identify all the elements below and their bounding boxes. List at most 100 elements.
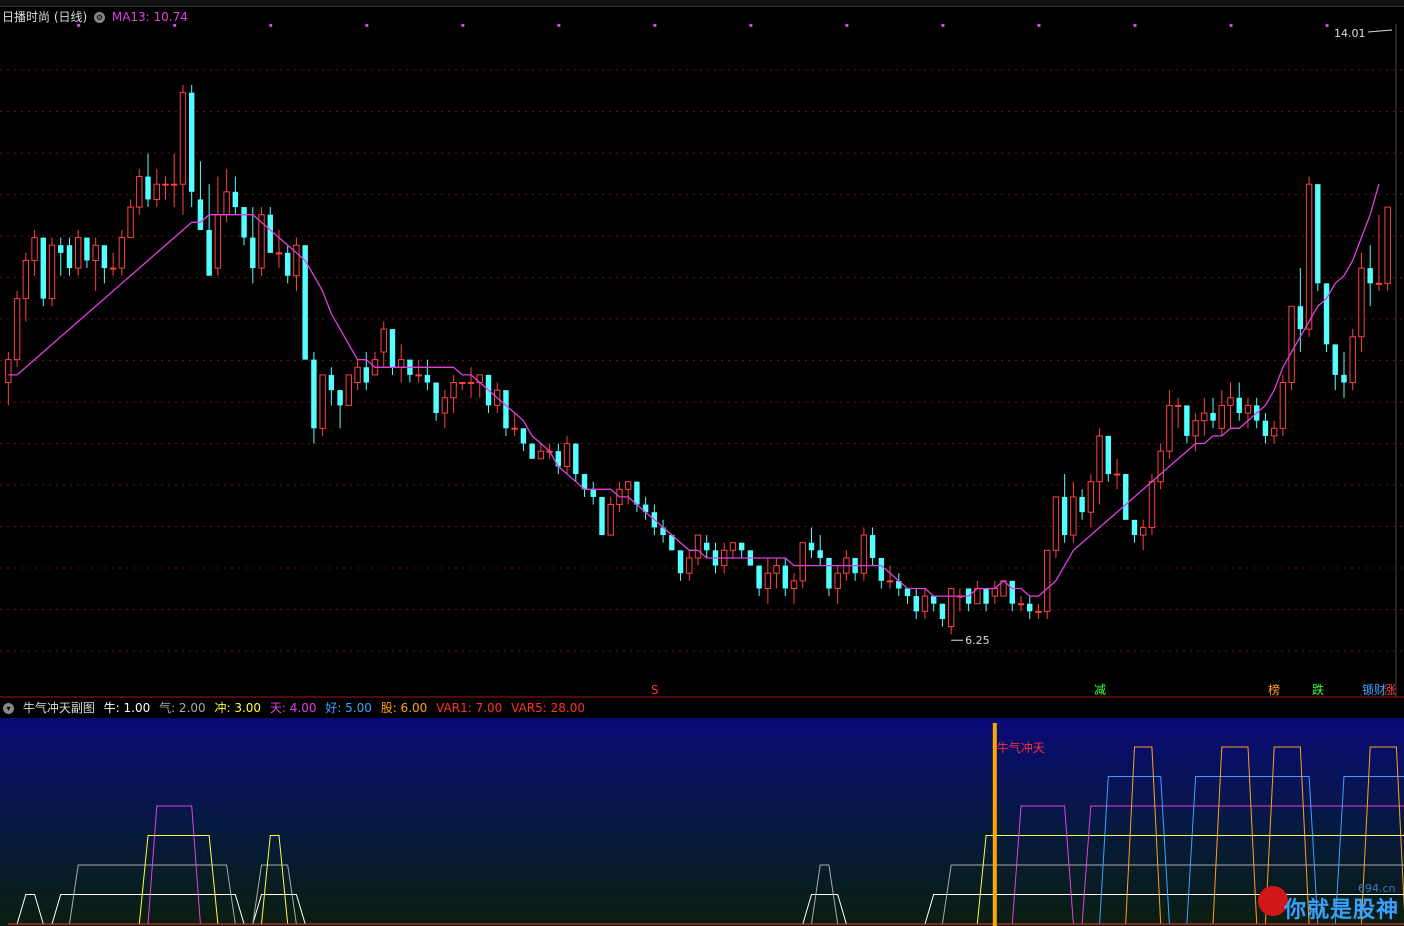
candle-body-down xyxy=(66,245,73,269)
candle-body-up xyxy=(380,328,387,353)
candle-body-down xyxy=(188,92,195,192)
signal-dot xyxy=(1133,24,1137,27)
candle-body-down xyxy=(1123,474,1129,520)
signal-dot xyxy=(1229,24,1233,27)
candle-body-up xyxy=(773,565,780,574)
candle-body-down xyxy=(285,252,291,276)
marker-jian: 减 xyxy=(1094,683,1106,697)
candle-body-up xyxy=(153,183,160,200)
candle-body-down xyxy=(1061,496,1068,536)
candle-body-up xyxy=(834,572,841,589)
candle-body-down xyxy=(311,359,317,429)
candle-body-down xyxy=(206,229,212,276)
ma13-line xyxy=(8,184,1380,597)
signal-dot xyxy=(365,24,369,27)
candle-body-down xyxy=(573,443,579,475)
candle-body-down xyxy=(939,603,946,619)
candle-body-down xyxy=(1262,420,1269,436)
candle-body-down xyxy=(808,542,815,551)
candle-body-down xyxy=(590,489,596,497)
marker-mai: 榜 xyxy=(1268,682,1280,697)
signal-dot xyxy=(653,24,657,27)
candle-body-up xyxy=(1157,450,1164,483)
candle-body-down xyxy=(250,237,256,269)
candle-body-up xyxy=(1192,420,1199,437)
signal-dot xyxy=(749,24,753,27)
candle-body-up xyxy=(790,580,798,589)
candle-body-down xyxy=(1105,435,1111,475)
candle-body-up xyxy=(179,92,187,185)
candle-body-down xyxy=(983,588,989,604)
candle-body-up xyxy=(293,244,300,277)
candle-body-up xyxy=(1148,481,1156,528)
candle-body-up xyxy=(1227,397,1234,406)
candle-body-down xyxy=(503,390,509,429)
candle-body-down xyxy=(817,550,823,558)
candle-body-down xyxy=(232,191,239,208)
signal-dot xyxy=(269,24,273,27)
candle-body-up xyxy=(860,534,868,574)
signal-dot xyxy=(1325,24,1329,27)
sub-title[interactable]: 牛气冲天副图 xyxy=(23,701,95,715)
candle-body-up xyxy=(511,427,518,430)
candle-body-down xyxy=(145,176,151,200)
high-price-arrow xyxy=(1367,29,1393,33)
candle-body-up xyxy=(1166,404,1173,452)
candle-body-up xyxy=(450,382,457,399)
candle-body-up xyxy=(1113,473,1121,476)
candle-body-down xyxy=(101,245,108,269)
candle-body-down xyxy=(267,214,273,253)
signal-dot xyxy=(173,24,177,27)
candle-body-up xyxy=(1375,282,1383,285)
candle-body-up xyxy=(1288,305,1295,384)
candle-body-up xyxy=(31,237,38,261)
candle-body-down xyxy=(520,428,527,444)
candle-body-up xyxy=(74,237,82,269)
candle-body-up xyxy=(1087,481,1095,513)
candle-body-up xyxy=(345,374,353,406)
candlestick-chart[interactable]: 14.01 6.25 S 减 榜 跌 锧财涨牛气冲天 xyxy=(0,0,1404,926)
candle-body-down xyxy=(302,245,308,360)
candle-body-down xyxy=(363,367,369,383)
candle-body-down xyxy=(40,237,46,299)
candle-body-up xyxy=(467,382,475,385)
watermark: 694.cn 你就是股神 xyxy=(1258,882,1402,924)
candle-body-up xyxy=(397,359,405,368)
sub-chart-header: ▾ 牛气冲天副图 牛: 1.00 气: 2.00 冲: 3.00 天: 4.00… xyxy=(0,699,590,715)
candle-body-down xyxy=(930,596,937,604)
marker-zhang: 涨 xyxy=(1384,682,1396,697)
candle-body-up xyxy=(624,481,632,490)
candle-body-up xyxy=(1279,382,1287,429)
candle-body-up xyxy=(694,534,702,559)
indicator-tian: 天: 4.00 xyxy=(269,701,317,715)
candle-body-down xyxy=(704,542,710,551)
candle-body-up xyxy=(1035,610,1042,613)
candle-body-up xyxy=(921,595,929,612)
candle-body-down xyxy=(904,588,911,597)
candle-body-down xyxy=(241,207,247,238)
indicator-var1: VAR1: 7.00 xyxy=(436,701,503,715)
signal-dot xyxy=(1037,24,1041,27)
candle-body-down xyxy=(599,496,605,536)
candle-body-down xyxy=(1367,268,1373,284)
signal-dot xyxy=(77,24,81,27)
candle-body-up xyxy=(1043,549,1051,612)
candle-body-up xyxy=(214,214,222,269)
candle-body-up xyxy=(1305,183,1313,330)
high-price-label: 14.01 xyxy=(1334,27,1366,40)
candle-body-up xyxy=(275,252,283,255)
candle-body-up xyxy=(1096,435,1103,483)
indicator-hao: 好: 5.00 xyxy=(325,701,372,715)
candle-body-down xyxy=(782,565,789,589)
candle-body-up xyxy=(729,542,737,551)
candle-body-up xyxy=(354,366,361,384)
candle-body-down xyxy=(424,374,431,383)
candle-body-up xyxy=(162,183,169,186)
candle-body-down xyxy=(1210,413,1216,421)
candle-body-up xyxy=(1244,404,1252,414)
candle-body-up xyxy=(991,587,999,597)
candle-body-down xyxy=(1079,496,1085,513)
candle-body-up xyxy=(1218,404,1225,429)
candle-body-up xyxy=(1349,336,1356,384)
chevron-down-icon[interactable]: ▾ xyxy=(3,703,14,714)
